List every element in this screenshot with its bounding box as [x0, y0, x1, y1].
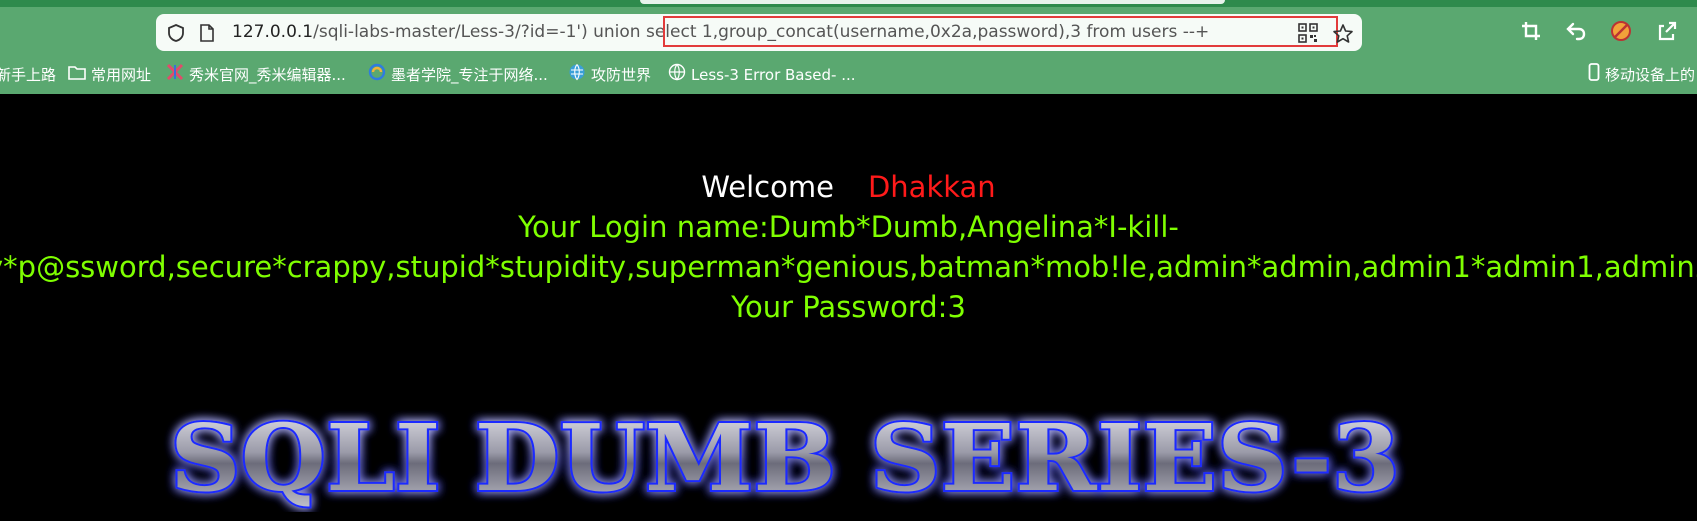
bookmarks-bar: 新手上路 常用网址 秀米官网_秀米编辑器... 墨者学院_专注于网络... 攻防…	[0, 60, 1697, 90]
tab-strip	[0, 0, 1697, 7]
welcome-name: Dhakkan	[867, 170, 996, 204]
bookmark-xiumi[interactable]: 秀米官网_秀米编辑器...	[166, 63, 346, 87]
folder-icon	[68, 64, 86, 86]
bookmark-common-sites[interactable]: 常用网址	[68, 64, 151, 86]
globe-icon	[668, 63, 686, 87]
password-line: Your Password:3	[731, 290, 966, 324]
page-info-icon[interactable]	[198, 23, 216, 47]
welcome-line: Welcome Dhakkan	[0, 170, 1697, 204]
url-query-highlight-box	[663, 16, 1338, 47]
undo-icon[interactable]	[1565, 20, 1587, 46]
mozhe-icon	[368, 63, 386, 87]
address-bar[interactable]: 127.0.0.1/sqli-labs-master/Less-3/?id=-1…	[156, 14, 1362, 51]
shield-icon[interactable]	[166, 23, 186, 47]
active-tab[interactable]	[640, 0, 1225, 4]
url-host: 127.0.0.1	[232, 22, 314, 42]
banner-text: SQLI DUMB SERIES-3	[170, 404, 1400, 512]
xiumi-icon	[166, 63, 184, 87]
bookmark-newbie[interactable]: 新手上路	[0, 64, 56, 86]
extension-badge-icon[interactable]	[1610, 20, 1632, 46]
bookmark-less3[interactable]: Less-3 Error Based- ...	[668, 63, 856, 87]
welcome-text: Welcome	[701, 170, 834, 204]
share-icon[interactable]	[1656, 20, 1678, 46]
star-icon[interactable]	[1332, 23, 1354, 49]
login-name-line-2: y*p@ssword,secure*crappy,stupid*stupidit…	[0, 250, 1697, 284]
globe-icon	[568, 63, 586, 87]
bookmark-mozhe[interactable]: 墨者学院_专注于网络...	[368, 63, 548, 87]
page-content: Welcome Dhakkan Your Login name:Dumb*Dumb…	[0, 94, 1697, 521]
qr-code-icon[interactable]	[1298, 23, 1318, 47]
bookmark-mobile[interactable]: 移动设备上的	[1588, 63, 1695, 87]
login-name-line-1: Your Login name:Dumb*Dumb,Angelina*I-kil…	[518, 210, 1179, 244]
sqli-banner: SQLI DUMB SERIES-3	[168, 402, 1402, 512]
crop-icon[interactable]	[1520, 20, 1542, 46]
url-path: /sqli-labs-master/Less-3/	[313, 22, 521, 42]
browser-chrome: 127.0.0.1/sqli-labs-master/Less-3/?id=-1…	[0, 0, 1697, 94]
mobile-icon	[1588, 63, 1600, 87]
bookmark-adworld[interactable]: 攻防世界	[568, 64, 651, 86]
